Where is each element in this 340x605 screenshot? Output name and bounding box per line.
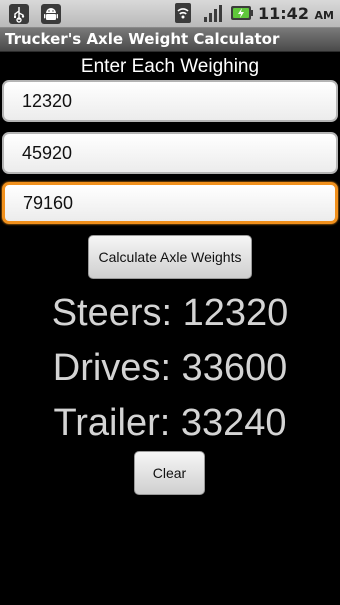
weighing-field-2: [2, 132, 338, 174]
wifi-icon: [174, 2, 196, 24]
app-title-bar: Trucker's Axle Weight Calculator: [0, 28, 340, 52]
weighing-field-3: [2, 182, 338, 224]
drives-result: Drives: 33600: [52, 347, 288, 389]
trailer-result: Trailer: 33240: [53, 402, 287, 444]
status-bar: 11:42 AM: [0, 0, 340, 28]
steers-result: Steers: 12320: [51, 292, 289, 334]
weighing-input-3[interactable]: [5, 185, 335, 221]
status-time: 11:42: [258, 3, 309, 23]
battery-charging-icon: [230, 2, 254, 24]
weighing-input-1[interactable]: [4, 82, 336, 120]
calculate-axle-weights-button[interactable]: Calculate Axle Weights: [88, 235, 252, 279]
clear-button[interactable]: Clear: [134, 451, 205, 495]
android-debug-icon: [40, 3, 62, 25]
weighing-field-1: [2, 80, 338, 122]
app-title: Trucker's Axle Weight Calculator: [5, 30, 280, 48]
usb-icon: [8, 3, 30, 25]
status-clock: 11:42 AM: [258, 4, 334, 23]
status-ampm: AM: [314, 8, 334, 22]
signal-icon: [202, 2, 224, 24]
weighing-input-2[interactable]: [4, 134, 336, 172]
enter-weighing-prompt: Enter Each Weighing: [80, 56, 260, 77]
